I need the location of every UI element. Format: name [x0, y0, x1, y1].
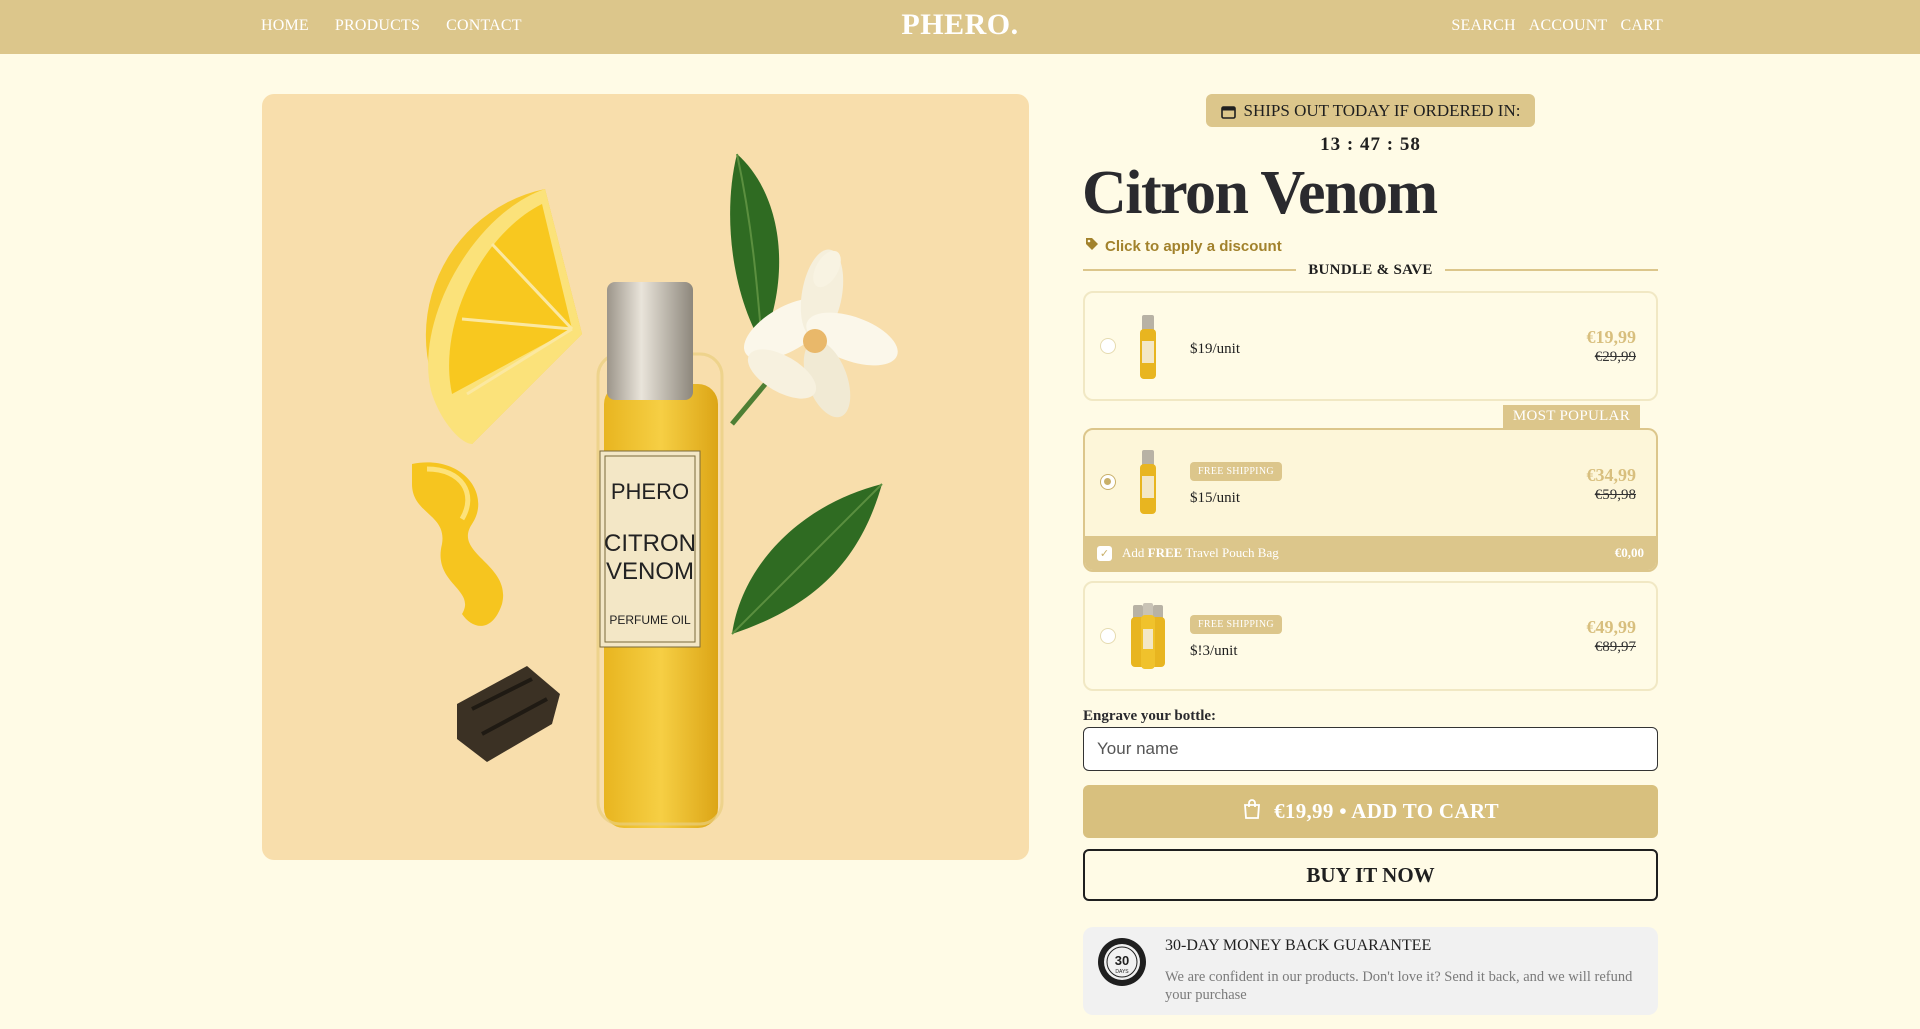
bundle-option-1[interactable]: $19/unit €19,99 €29,99	[1083, 291, 1658, 401]
product-image[interactable]: PHERO CITRON VENOM PERFUME OIL	[262, 94, 1029, 860]
unit-price: $19/unit	[1190, 341, 1241, 357]
bundle-option-radio[interactable]	[1100, 628, 1116, 644]
buy-now-button[interactable]: BUY IT NOW	[1083, 849, 1658, 901]
engrave-label: Engrave your bottle:	[1083, 708, 1217, 724]
wood-chip-icon	[457, 666, 560, 762]
bottle-brand-text: PHERO	[611, 479, 689, 504]
bottles-thumbnail-icon	[1131, 603, 1165, 669]
bottle-name-line2: VENOM	[606, 558, 694, 585]
product-title: Citron Venom	[1082, 159, 1438, 227]
guarantee-title: 30-DAY MONEY BACK GUARANTEE	[1165, 937, 1432, 954]
site-logo[interactable]: PHERO.	[901, 8, 1018, 42]
compare-price: €29,99	[1594, 349, 1636, 365]
bottle-name-line1: CITRON	[604, 530, 696, 557]
nav-contact-link[interactable]: CONTACT	[446, 17, 522, 35]
bundle-price: €19,99	[1586, 327, 1637, 347]
utility-nav: SEARCH ACCOUNT CART	[1451, 17, 1663, 35]
free-shipping-badge: FREE SHIPPING	[1190, 615, 1282, 634]
unit-price: $15/unit	[1190, 490, 1241, 506]
ships-today-label: SHIPS OUT TODAY IF ORDERED IN:	[1243, 100, 1521, 120]
site-header: HOME PRODUCTS CONTACT PHERO. SEARCH ACCO…	[0, 0, 1920, 54]
guarantee-seal-number: 30	[1115, 953, 1129, 968]
discount-link-label: Click to apply a discount	[1105, 237, 1282, 255]
nav-account-link[interactable]: ACCOUNT	[1529, 17, 1608, 35]
divider-line	[1444, 269, 1658, 271]
add-to-cart-label: €19,99 • ADD TO CART	[1274, 799, 1499, 823]
bundle-heading: BUNDLE & SAVE	[1083, 260, 1658, 280]
lemon-peel-icon	[412, 462, 504, 626]
compare-price: €59,98	[1594, 487, 1636, 503]
bundle-option-radio[interactable]	[1100, 474, 1116, 490]
nav-home-link[interactable]: HOME	[261, 17, 309, 35]
bundle-option-3[interactable]: FREE SHIPPING $!3/unit €49,99 €89,97	[1083, 581, 1658, 691]
addon-label-bold: FREE	[1147, 545, 1183, 560]
guarantee-seal-icon: 30 DAYS	[1098, 938, 1146, 986]
bundle-price: €34,99	[1586, 465, 1637, 485]
most-popular-badge: MOST POPULAR	[1502, 405, 1640, 428]
nav-cart-link[interactable]: CART	[1620, 17, 1663, 35]
nav-search-link[interactable]: SEARCH	[1451, 17, 1515, 35]
lemon-slice-icon	[425, 189, 582, 444]
bundle-option-radio[interactable]	[1100, 338, 1116, 354]
bundle-heading-label: BUNDLE & SAVE	[1308, 261, 1433, 278]
calendar-icon	[1220, 104, 1236, 119]
free-shipping-badge: FREE SHIPPING	[1190, 462, 1282, 481]
countdown-timer: 13 : 47 : 58	[1320, 134, 1421, 155]
guarantee-seal-word: DAYS	[1115, 969, 1129, 975]
bottle-thumbnail-icon	[1140, 315, 1156, 379]
divider-line	[1083, 269, 1297, 271]
engrave-name-input[interactable]	[1083, 727, 1658, 771]
tag-icon	[1085, 237, 1099, 255]
compare-price: €89,97	[1594, 639, 1636, 655]
unit-price: $!3/unit	[1190, 643, 1238, 659]
ships-today-banner: SHIPS OUT TODAY IF ORDERED IN:	[1206, 94, 1535, 127]
nav-products-link[interactable]: PRODUCTS	[335, 17, 420, 35]
addon-checkbox[interactable]: ✓	[1097, 545, 1112, 561]
shopping-bag-icon	[1242, 798, 1262, 825]
travel-pouch-addon[interactable]: ✓ Add FREE Travel Pouch Bag €0,00	[1085, 536, 1656, 570]
addon-label: Add FREE Travel Pouch Bag	[1122, 545, 1279, 561]
bundle-option-2[interactable]: FREE SHIPPING $15/unit €34,99 €59,98 ✓ A…	[1083, 428, 1658, 572]
add-to-cart-button[interactable]: €19,99 • ADD TO CART	[1083, 785, 1658, 838]
addon-label-prefix: Add	[1122, 545, 1148, 560]
product-photo: PHERO CITRON VENOM PERFUME OIL	[412, 153, 898, 828]
guarantee-text: We are confident in our products. Don't …	[1165, 969, 1633, 1003]
bottle-type-text: PERFUME OIL	[609, 613, 691, 627]
guarantee-box: 30 DAYS 30-DAY MONEY BACK GUARANTEE We a…	[1083, 927, 1658, 1015]
bottle-thumbnail-icon	[1140, 450, 1156, 514]
addon-label-suffix: Travel Pouch Bag	[1182, 545, 1279, 560]
discount-link[interactable]: Click to apply a discount	[1085, 237, 1282, 255]
main-nav: HOME PRODUCTS CONTACT	[261, 17, 522, 35]
addon-price: €0,00	[1614, 545, 1644, 560]
bundle-price: €49,99	[1586, 617, 1637, 637]
